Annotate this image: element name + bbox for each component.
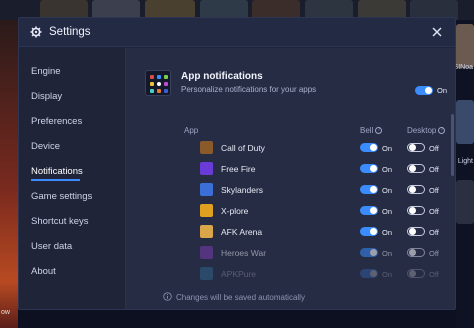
desktop-toggle[interactable] [407,227,425,236]
info-icon[interactable]: ? [438,127,446,135]
app-row: AFK Arena On Off [126,224,446,242]
desktop-state-label: Off [429,228,439,237]
desktop-toggle[interactable] [407,248,425,257]
close-icon[interactable] [429,24,445,40]
bell-state-label: On [382,186,393,195]
desktop-toggle[interactable] [407,269,425,278]
desktop-toggle[interactable] [407,143,425,152]
column-header-app: App [184,126,199,135]
background-left-label: ow [1,309,10,316]
app-name: Free Fire [221,164,256,174]
app-row: Free Fire On Off [126,161,446,179]
sidebar-item-about[interactable]: About [31,266,56,277]
app-icon [200,162,213,175]
app-row: Call of Duty On Off [126,140,446,158]
desktop-state-label: Off [429,186,439,195]
desktop-toggle[interactable] [407,206,425,215]
app-name: Call of Duty [221,143,265,153]
sidebar-item-preferences[interactable]: Preferences [31,116,82,127]
app-row: Skylanders On Off [126,182,446,200]
sidebar-item-shortcut-keys[interactable]: Shortcut keys [31,216,89,227]
bell-toggle[interactable] [360,164,378,173]
background-card [456,100,474,144]
bell-toggle[interactable] [360,206,378,215]
app-name: X-plore [221,206,249,216]
app-icon [200,141,213,154]
bell-state-label: On [382,270,393,279]
background-left-panel [0,20,18,328]
background-right-label: SINoa [453,64,473,71]
desktop-state-label: Off [429,270,439,279]
app-notifications-header: App notifications Personalize notificati… [145,70,435,100]
app-icon [200,246,213,259]
app-icon [200,267,213,280]
desktop-state-label: Off [429,249,439,258]
desktop-state-label: Off [429,165,439,174]
background-right-label: Light [457,158,473,165]
bell-state-label: On [382,144,393,153]
notifications-panel: App notifications Personalize notificati… [125,48,455,309]
app-icon [200,183,213,196]
app-grid-icon [145,70,171,96]
column-header-bell: Bell? [360,126,383,135]
bell-state-label: On [382,165,393,174]
background-card [456,24,474,68]
bell-state-label: On [382,249,393,258]
column-header-desktop: Desktop? [407,126,446,135]
desktop-toggle[interactable] [407,185,425,194]
app-icon [200,225,213,238]
bell-toggle[interactable] [360,248,378,257]
app-name: APKPure [221,269,256,279]
app-icon [200,204,213,217]
desktop-toggle[interactable] [407,164,425,173]
bell-toggle[interactable] [360,185,378,194]
settings-dialog: Settings Engine Display Preferences Devi… [18,17,456,310]
sidebar-item-display[interactable]: Display [31,91,62,102]
scrollbar[interactable] [451,114,454,176]
bell-toggle[interactable] [360,143,378,152]
active-tab-indicator [31,179,80,181]
settings-sidebar: Engine Display Preferences Device Notifi… [19,48,124,309]
gear-icon [30,26,42,38]
bell-state-label: On [382,228,393,237]
bell-toggle[interactable] [360,269,378,278]
dialog-title: Settings [49,26,91,38]
sidebar-item-device[interactable]: Device [31,141,60,152]
background-card [456,180,474,224]
title-bar: Settings [19,18,455,47]
panel-title: App notifications [181,71,263,82]
app-name: Heroes War [221,248,267,258]
app-name: Skylanders [221,185,264,195]
app-row: Heroes War On Off [126,245,446,263]
bell-toggle[interactable] [360,227,378,236]
sidebar-item-engine[interactable]: Engine [31,66,61,77]
master-notifications-toggle[interactable] [415,86,433,95]
sidebar-item-user-data[interactable]: User data [31,241,72,252]
desktop-state-label: Off [429,144,439,153]
desktop-state-label: Off [429,207,439,216]
app-row: APKPure On Off [126,266,446,284]
sidebar-item-notifications[interactable]: Notifications [31,166,83,177]
master-toggle-label: On [437,86,448,95]
bell-state-label: On [382,207,393,216]
auto-save-note: Changes will be saved automatically [176,293,305,302]
info-icon[interactable]: ? [375,127,383,135]
info-icon [163,292,172,301]
panel-subtitle: Personalize notifications for your apps [181,85,317,94]
app-row: X-plore On Off [126,203,446,221]
sidebar-item-game-settings[interactable]: Game settings [31,191,92,202]
app-name: AFK Arena [221,227,263,237]
